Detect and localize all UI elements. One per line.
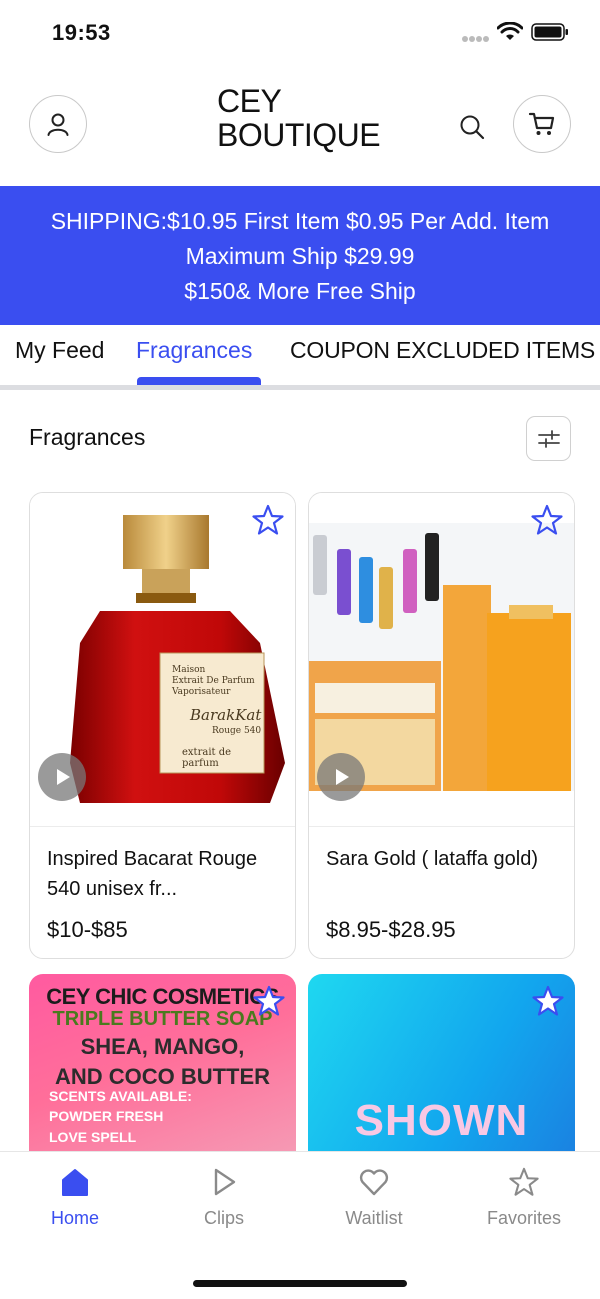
nav-clips-label: Clips: [203, 1208, 244, 1228]
sliders-icon: [537, 429, 560, 448]
play-icon: [57, 769, 70, 785]
product-card[interactable]: SHOWN: [308, 974, 575, 1174]
nav-favorites[interactable]: Favorites: [464, 1166, 584, 1229]
promo-line: POWDER FRESH: [49, 1108, 164, 1124]
play-video-button[interactable]: [317, 753, 365, 801]
banner-line-3: $150& More Free Ship: [184, 278, 416, 304]
bottle-label: Maison Extrait De Parfum Vaporisateur Ba…: [172, 665, 262, 769]
nav-home[interactable]: Home: [15, 1166, 135, 1229]
cart-button[interactable]: [513, 95, 571, 153]
filter-button[interactable]: [526, 416, 571, 461]
battery-icon: [531, 23, 568, 41]
active-tab-indicator: [137, 377, 261, 385]
category-tabs: My Feed Fragrances COUPON EXCLUDED ITEMS: [0, 325, 600, 390]
search-button[interactable]: [455, 110, 489, 144]
favorite-star-icon[interactable]: [252, 984, 286, 1018]
account-button[interactable]: [29, 95, 87, 153]
product-price: $10-$85: [47, 917, 128, 942]
promo-line: SCENTS AVAILABLE:: [49, 1088, 192, 1104]
product-card[interactable]: Sara Gold ( lataffa gold) $8.95-$28.95: [308, 492, 575, 959]
banner-line-2: Maximum Ship $29.99: [185, 243, 415, 269]
brand-line-2: BOUTIQUE: [217, 117, 381, 153]
home-icon: [62, 1169, 88, 1196]
wifi-icon: [497, 22, 523, 40]
signal-icon: [462, 36, 489, 42]
favorite-star-icon[interactable]: [251, 503, 285, 537]
search-icon: [460, 115, 485, 140]
nav-clips[interactable]: Clips: [164, 1166, 284, 1229]
bottom-navigation: Home Clips Waitlist Favorites: [0, 1151, 600, 1299]
section-title: Fragrances: [29, 424, 146, 450]
heart-icon: [359, 1169, 389, 1196]
tab-my-feed[interactable]: My Feed: [15, 337, 104, 364]
tab-fragrances[interactable]: Fragrances: [136, 337, 252, 364]
nav-waitlist[interactable]: Waitlist: [314, 1166, 434, 1229]
favorite-star-icon[interactable]: [530, 503, 564, 537]
play-video-button[interactable]: [38, 753, 86, 801]
play-icon: [214, 1168, 236, 1196]
cart-icon: [528, 112, 555, 135]
header: CEY BOUTIQUE: [0, 66, 600, 186]
promo-line: SHEA, MANGO,: [80, 1034, 245, 1059]
product-name[interactable]: Sara Gold ( lataffa gold): [326, 844, 561, 874]
brand-title[interactable]: CEY BOUTIQUE: [217, 83, 381, 153]
nav-favorites-label: Favorites: [486, 1208, 562, 1228]
user-icon: [47, 113, 69, 136]
product-card[interactable]: Maison Extrait De Parfum Vaporisateur Ba…: [29, 492, 296, 959]
play-icon: [336, 769, 349, 785]
status-bar: 19:53: [0, 0, 600, 64]
promo-line: AND COCO BUTTER: [54, 1064, 271, 1089]
product-card[interactable]: CEY CHIC COSMETICS TRIPLE BUTTER SOAP SH…: [29, 974, 296, 1174]
product-price: $8.95-$28.95: [326, 917, 456, 942]
promo-line: LOVE SPELL: [49, 1129, 137, 1145]
home-indicator: [193, 1280, 407, 1287]
status-time: 19:53: [52, 20, 111, 45]
nav-home-label: Home: [50, 1208, 99, 1228]
tab-coupon-excluded-items[interactable]: COUPON EXCLUDED ITEMS: [290, 337, 595, 364]
brand-line-1: CEY: [217, 83, 282, 119]
star-icon: [509, 1167, 539, 1196]
favorite-star-icon[interactable]: [531, 984, 565, 1018]
product-name[interactable]: Inspired Bacarat Rouge 540 unisex fr...: [47, 844, 282, 904]
nav-waitlist-label: Waitlist: [345, 1208, 403, 1228]
banner-line-1: SHIPPING:$10.95 First Item $0.95 Per Add…: [50, 208, 550, 234]
shipping-banner: SHIPPING:$10.95 First Item $0.95 Per Add…: [0, 186, 600, 325]
promo-text: SHOWN: [354, 1096, 529, 1145]
